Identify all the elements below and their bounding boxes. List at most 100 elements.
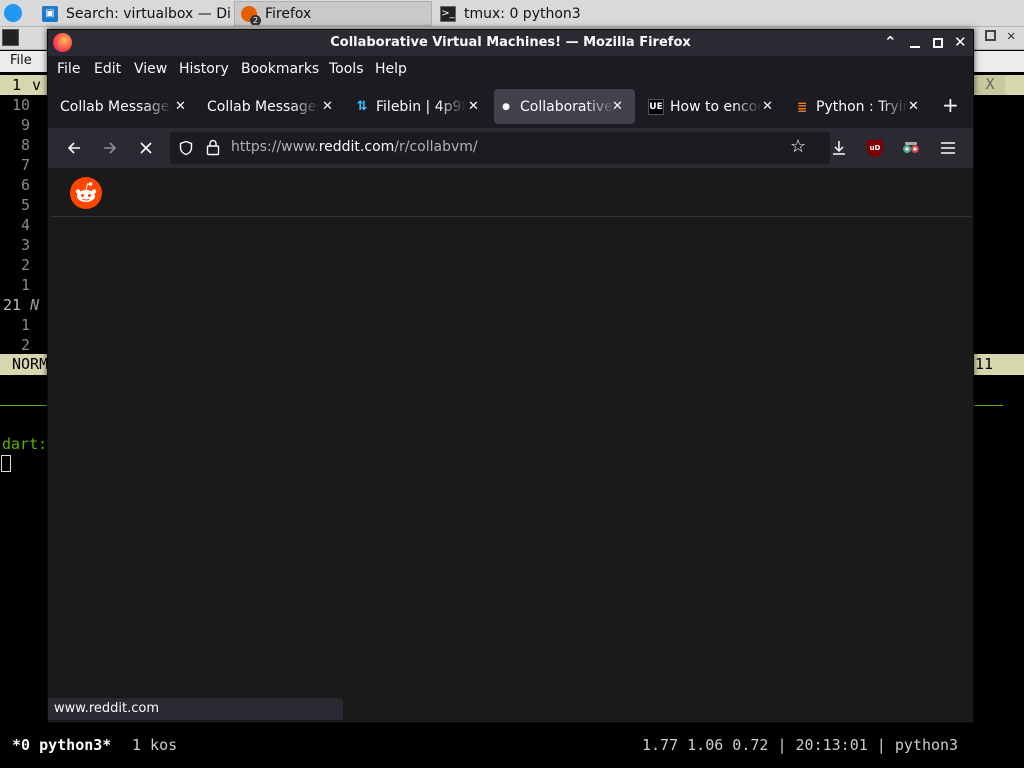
taskbar-task-tmux[interactable]: >_ tmux: 0 python3 — [434, 1, 632, 26]
maximize-icon[interactable] — [933, 38, 943, 48]
start-menu-icon[interactable] — [4, 4, 22, 22]
app-menu-button[interactable] — [936, 136, 960, 160]
stop-button[interactable] — [134, 136, 158, 160]
menu-help[interactable]: Help — [375, 61, 407, 77]
navigation-toolbar: https://www.reddit.com/r/collabvm/ ☆ uD — [48, 128, 973, 168]
taskbar-task-search[interactable]: ▣ Search: virtualbox — Di... — [36, 1, 232, 26]
vim-line-number: 6 — [21, 176, 31, 194]
mask-icon — [903, 142, 919, 153]
close-tab-icon[interactable]: ✕ — [468, 99, 479, 114]
menu-file[interactable]: File — [57, 61, 80, 77]
menu-view[interactable]: View — [134, 61, 167, 77]
menu-file[interactable]: File — [10, 53, 32, 68]
ue-icon: UE — [648, 98, 664, 115]
download-icon — [833, 141, 845, 155]
firefox-icon: 2 — [241, 5, 261, 25]
firefox-menubar: File Edit View History Bookmarks Tools H… — [48, 56, 973, 86]
back-button[interactable] — [62, 136, 86, 160]
extension-button[interactable] — [899, 136, 923, 160]
stop-icon — [140, 142, 152, 154]
tab-filebin[interactable]: ⇅ Filebin | 4p98 ✕ — [344, 89, 484, 124]
vim-line-number: 1 — [21, 276, 31, 294]
tmux-window-label: *0 python3* — [12, 736, 112, 754]
vim-line-number: 5 — [21, 196, 31, 214]
vim-line-number: 21 N — [3, 296, 40, 314]
forward-button[interactable] — [98, 136, 122, 160]
vim-line-number: 1 — [12, 76, 22, 94]
taskbar-task-label: tmux: 0 python3 — [464, 5, 581, 22]
close-tab-icon[interactable]: ✕ — [612, 99, 623, 114]
vim-line-number: 8 — [21, 136, 31, 154]
taskbar-task-label: Firefox — [265, 5, 312, 22]
ublock-shield-icon: uD — [867, 139, 883, 157]
vim-line-number: 10 — [12, 96, 31, 114]
tab-collab-messages-1[interactable]: Collab Messages ✕ — [51, 89, 191, 124]
vim-line-number: 9 — [21, 116, 31, 134]
link-status-panel: www.reddit.com — [48, 698, 343, 720]
dolphin-icon: ▣ — [42, 5, 58, 22]
firefox-window: Collaborative Virtual Machines! — Mozill… — [47, 29, 974, 723]
vim-line-number: 3 — [21, 236, 31, 254]
close-icon[interactable]: ✕ — [954, 33, 967, 51]
downloads-button[interactable] — [827, 136, 851, 160]
tab-python-trying[interactable]: ≣ Python : Tryin ✕ — [790, 89, 930, 124]
vim-line-text: v — [32, 76, 42, 94]
vim-mode: NORM — [12, 355, 49, 373]
close-tab-icon[interactable]: ✕ — [908, 99, 919, 114]
terminal-icon: >_ — [440, 5, 456, 22]
taskbar: ▣ Search: virtualbox — Di... 2 Firefox >… — [0, 0, 1024, 27]
tab-label: Collab Messages — [207, 98, 319, 115]
shield-icon[interactable] — [178, 140, 194, 156]
vim-line-number: 2 — [21, 256, 31, 274]
menu-history[interactable]: History — [179, 61, 229, 77]
tab-label: Python : Tryin — [816, 98, 908, 115]
taskbar-task-firefox[interactable]: 2 Firefox — [234, 1, 432, 26]
firefox-titlebar: Collaborative Virtual Machines! — Mozill… — [48, 30, 973, 56]
tmux-statusbar: *0 python3* 1 kos 1.77 1.06 0.72 | 20:13… — [0, 735, 1024, 755]
menu-bookmarks[interactable]: Bookmarks — [241, 61, 319, 77]
arrows-icon: ⇅ — [356, 99, 368, 114]
url-bar[interactable]: https://www.reddit.com/r/collabvm/ ☆ — [170, 132, 830, 164]
url-text[interactable]: https://www.reddit.com/r/collabvm/ — [231, 139, 478, 155]
tab-label: Collab Messages — [60, 98, 172, 115]
vim-line-number: 1 — [21, 316, 31, 334]
terminal-icon — [2, 29, 19, 46]
tab-how-to-encode[interactable]: UE How to encod ✕ — [644, 89, 784, 124]
vim-line-number: 4 — [21, 216, 31, 234]
restore-icon[interactable] — [985, 30, 996, 41]
tab-collab-messages-2[interactable]: Collab Messages ✕ — [196, 89, 336, 124]
tab-strip: Collab Messages ✕ Collab Messages ✕ ⇅ Fi… — [48, 86, 973, 128]
close-tab-icon[interactable]: ✕ — [762, 99, 773, 114]
vim-close-marker: X — [975, 75, 1005, 95]
tmux-session-text: 1 kos — [132, 736, 178, 754]
tab-label: Collaborative — [520, 98, 614, 115]
forward-arrow-icon — [104, 142, 117, 154]
vim-line-number: 2 — [21, 336, 31, 354]
close-tab-icon[interactable]: ✕ — [175, 99, 186, 114]
close-icon[interactable]: ✕ — [1007, 28, 1015, 44]
shell-prompt: dart: — [2, 435, 48, 453]
taskbar-task-label: Search: virtualbox — Di... — [66, 5, 232, 22]
reddit-logo-icon[interactable] — [70, 177, 102, 209]
hamburger-menu-icon — [941, 142, 955, 154]
tab-collaborative[interactable]: ● Collaborative ✕ — [494, 89, 635, 124]
url-path: /r/collabvm/ — [394, 139, 478, 155]
menu-edit[interactable]: Edit — [94, 61, 121, 77]
minimize-icon[interactable] — [910, 46, 920, 48]
tab-label: Filebin | 4p98 — [376, 98, 466, 115]
ublock-origin-button[interactable]: uD — [863, 136, 887, 160]
url-prefix: https://www. — [231, 139, 319, 155]
back-arrow-icon — [67, 142, 80, 154]
bookmark-star-icon[interactable]: ☆ — [790, 136, 806, 157]
new-tab-icon[interactable]: + — [942, 93, 959, 117]
menu-tools[interactable]: Tools — [329, 61, 364, 77]
close-tab-icon[interactable]: ✕ — [322, 99, 333, 114]
window-count-badge: 2 — [250, 14, 261, 25]
keep-above-icon[interactable]: ⌃ — [884, 33, 897, 51]
page-content: www.reddit.com — [48, 168, 973, 721]
loading-dot-icon: ● — [502, 101, 510, 112]
vim-line-number: 7 — [21, 156, 31, 174]
lock-icon[interactable] — [206, 139, 220, 156]
tab-label: How to encod — [670, 98, 762, 115]
terminal-cursor — [1, 455, 11, 472]
